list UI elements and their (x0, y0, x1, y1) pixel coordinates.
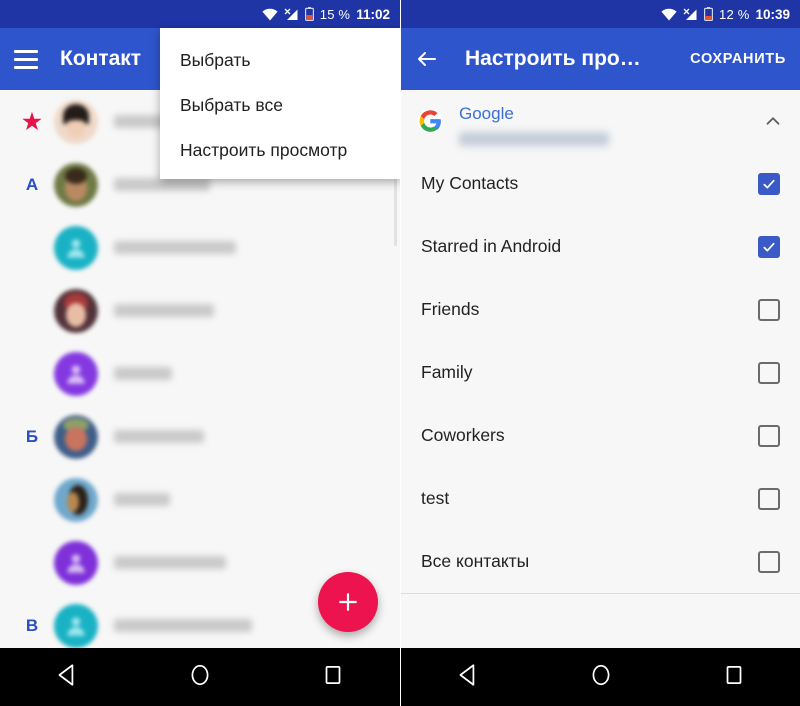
section-index-a: А (25, 174, 39, 194)
group-item-my-contacts[interactable]: My Contacts (401, 152, 800, 215)
wifi-icon (661, 8, 677, 21)
avatar (54, 414, 98, 459)
status-bar-right: 12 % 10:39 (401, 0, 800, 28)
checkbox-unchecked-icon[interactable] (758, 550, 780, 573)
save-button[interactable]: СОХРАНИТЬ (682, 51, 786, 67)
checkbox-unchecked-icon[interactable] (758, 361, 780, 384)
contact-name (114, 430, 204, 443)
signal-no-service-icon (284, 8, 299, 21)
contact-name (114, 241, 236, 254)
group-label: Friends (421, 299, 480, 319)
status-bar-left: 15 % 11:02 (0, 0, 400, 28)
group-item-test[interactable]: test (401, 467, 800, 530)
account-name: Google (459, 104, 514, 123)
avatar (54, 351, 98, 396)
right-phone-screen: 12 % 10:39 Настроить про… СОХРАНИТЬ Goog… (400, 0, 800, 706)
person-icon (67, 238, 85, 258)
avatar (54, 477, 98, 522)
app-bar-right: Настроить про… СОХРАНИТЬ (401, 28, 800, 90)
group-label: Family (421, 362, 473, 382)
dual-screenshot: 15 % 11:02 Контакт ★ А Б В Выбрать Выбра… (0, 0, 800, 706)
avatar (54, 162, 98, 207)
clock-right: 10:39 (755, 6, 790, 22)
group-list: My Contacts Starred in Android Friends F… (401, 152, 800, 594)
navigation-bar-left (0, 648, 400, 706)
person-icon (67, 616, 85, 636)
group-item-starred-in-android[interactable]: Starred in Android (401, 215, 800, 278)
section-index-v: В (25, 615, 39, 635)
signal-no-service-icon (683, 8, 698, 21)
menu-item-select-all[interactable]: Выбрать все (160, 83, 400, 128)
account-text: Google (459, 104, 762, 146)
battery-low-icon (304, 7, 314, 21)
nav-back-icon[interactable] (54, 662, 80, 693)
group-label: Coworkers (421, 425, 505, 445)
navigation-bar-right (401, 648, 800, 706)
group-label: Starred in Android (421, 236, 562, 256)
google-logo-icon (417, 108, 443, 134)
battery-percent-left: 15 % (319, 6, 351, 22)
contact-name (114, 304, 214, 317)
nav-recents-icon[interactable] (320, 662, 346, 693)
group-label: Все контакты (421, 551, 530, 571)
avatar (54, 288, 98, 333)
checkbox-unchecked-icon[interactable] (758, 487, 780, 510)
page-title: Контакт (60, 47, 142, 70)
contact-name (114, 178, 210, 191)
group-label: test (421, 488, 450, 508)
contact-list-item[interactable] (0, 279, 400, 342)
contact-name (114, 619, 252, 632)
checkbox-checked-icon[interactable] (758, 172, 780, 195)
hamburger-menu-icon[interactable] (14, 49, 38, 69)
nav-home-icon[interactable] (588, 662, 614, 693)
clock-left: 11:02 (356, 6, 390, 22)
account-email (459, 132, 609, 146)
list-divider (401, 593, 800, 594)
plus-icon (339, 593, 357, 611)
section-index-starred: ★ (22, 108, 42, 134)
nav-back-icon[interactable] (455, 662, 481, 693)
avatar (54, 225, 98, 270)
page-title: Настроить про… (465, 47, 641, 70)
battery-low-icon (704, 7, 714, 21)
section-index-b: Б (25, 426, 39, 446)
group-item-family[interactable]: Family (401, 341, 800, 404)
contact-name (114, 493, 170, 506)
avatar (54, 540, 98, 585)
wifi-icon (262, 8, 278, 21)
group-item-coworkers[interactable]: Coworkers (401, 404, 800, 467)
group-item-friends[interactable]: Friends (401, 278, 800, 341)
add-contact-fab[interactable] (318, 572, 378, 632)
overflow-menu[interactable]: Выбрать Выбрать все Настроить просмотр (160, 28, 400, 179)
contact-list-item[interactable] (0, 216, 400, 279)
contact-list-item[interactable]: Б (0, 405, 400, 468)
menu-item-select[interactable]: Выбрать (160, 38, 400, 83)
group-item-all-contacts[interactable]: Все контакты (401, 530, 800, 593)
person-icon (67, 364, 85, 384)
left-phone-screen: 15 % 11:02 Контакт ★ А Б В Выбрать Выбра… (0, 0, 400, 706)
checkbox-checked-icon[interactable] (758, 235, 780, 258)
avatar (54, 603, 98, 648)
checkbox-unchecked-icon[interactable] (758, 424, 780, 447)
group-label: My Contacts (421, 173, 519, 193)
account-header[interactable]: Google (401, 90, 800, 152)
menu-item-customize-view[interactable]: Настроить просмотр (160, 128, 400, 173)
chevron-up-icon[interactable] (762, 110, 784, 132)
checkbox-unchecked-icon[interactable] (758, 298, 780, 321)
back-arrow-icon[interactable] (415, 47, 439, 71)
battery-percent-right: 12 % (719, 6, 750, 22)
avatar (54, 99, 98, 144)
contact-name (114, 556, 226, 569)
nav-recents-icon[interactable] (721, 662, 747, 693)
contact-name (114, 367, 172, 380)
contact-list-item[interactable] (0, 342, 400, 405)
person-icon (67, 553, 85, 573)
contact-name (114, 115, 166, 128)
contact-list-item[interactable] (0, 468, 400, 531)
nav-home-icon[interactable] (187, 662, 213, 693)
